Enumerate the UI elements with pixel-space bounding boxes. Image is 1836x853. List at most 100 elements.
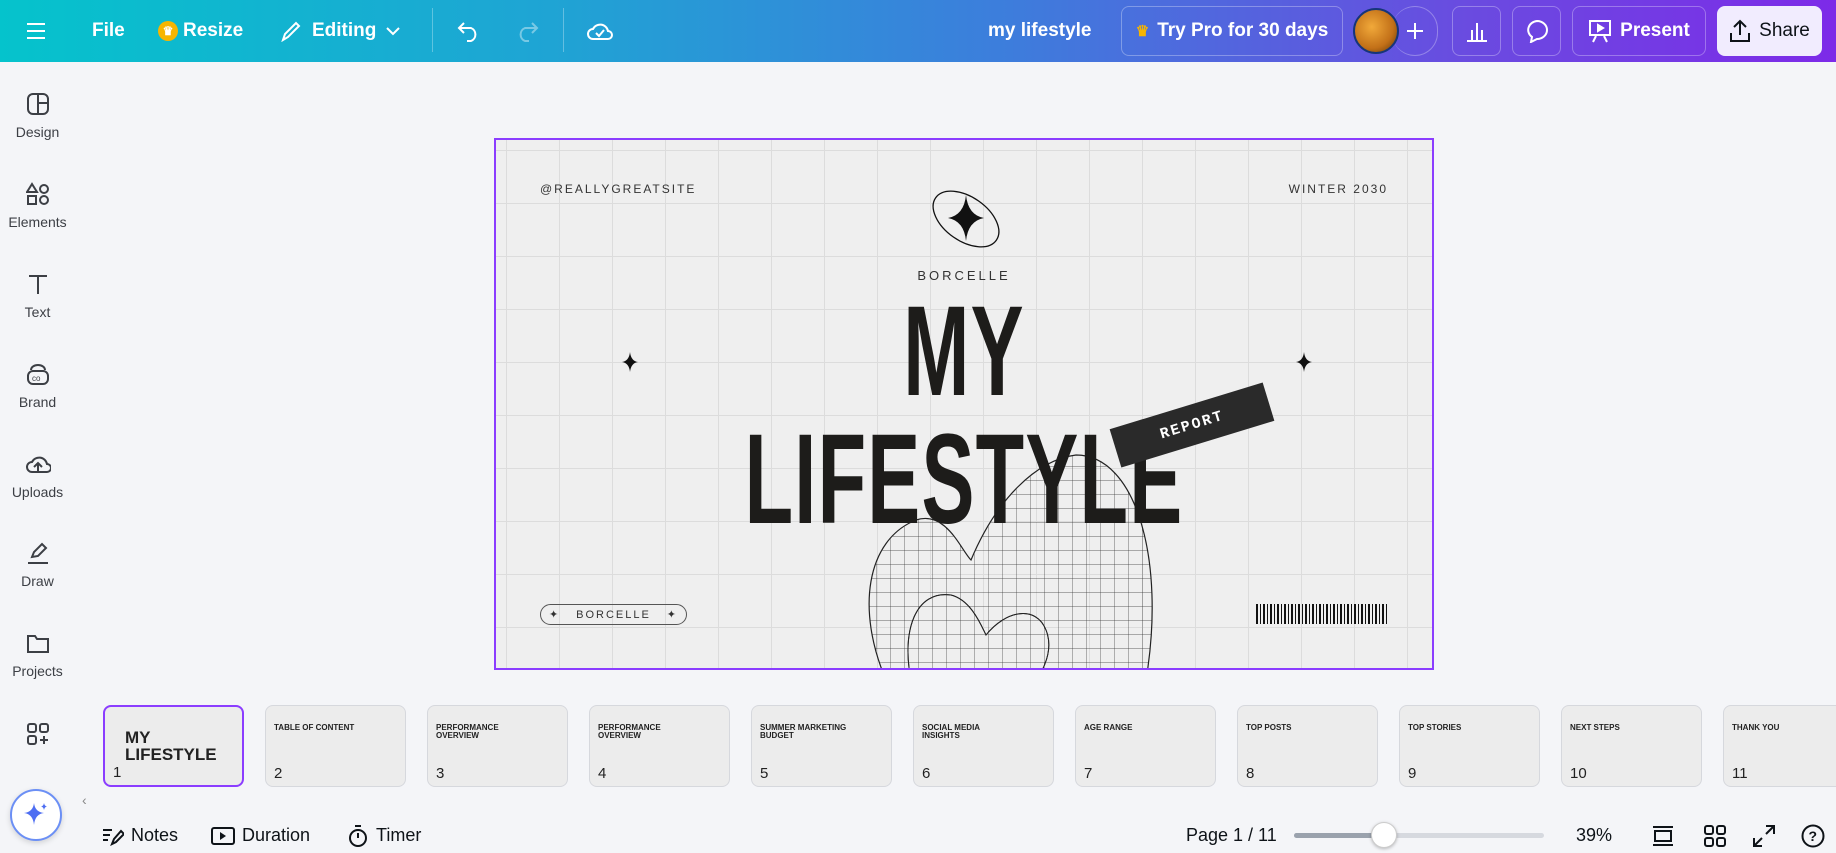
sidebar-item-design[interactable]: Design — [0, 92, 75, 140]
sidebar-item-elements[interactable]: Elements — [0, 182, 75, 230]
chevron-down-icon — [386, 27, 401, 36]
barcode — [1256, 604, 1388, 624]
page-indicator[interactable]: Page 1 / 11 — [1186, 818, 1277, 853]
document-title[interactable]: my lifestyle — [988, 0, 1092, 62]
thumbnail-number: 11 — [1732, 765, 1748, 782]
thumbnail-title: NEXT STEPS — [1570, 723, 1620, 732]
thumbnail-title: THANK YOU — [1732, 723, 1780, 732]
try-pro-button[interactable]: ♛ Try Pro for 30 days — [1121, 6, 1343, 56]
slide-thumbnail[interactable]: TABLE OF CONTENT 2 — [265, 705, 406, 787]
notes-icon — [103, 828, 124, 846]
thumbnail-title: SOCIAL MEDIA INSIGHTS — [922, 723, 980, 740]
comments-button[interactable] — [1512, 6, 1561, 56]
slide-thumbnail[interactable]: PERFORMANCE OVERVIEW 3 — [427, 705, 568, 787]
fullscreen-button[interactable] — [1753, 818, 1775, 853]
thumbnail-title: PERFORMANCE OVERVIEW — [598, 723, 661, 740]
editing-mode-dropdown[interactable]: Editing — [280, 0, 401, 62]
slide-thumbnail[interactable]: MY LIFESTYLE 1 — [103, 705, 244, 787]
notes-button[interactable]: Notes — [102, 818, 178, 853]
shapes-icon — [25, 182, 49, 205]
star-ellipse-logo — [932, 190, 1000, 248]
slide-thumbnail[interactable]: NEXT STEPS 10 — [1561, 705, 1702, 787]
page-view-button[interactable] — [1652, 818, 1674, 853]
duration-icon — [211, 826, 235, 845]
redo-button[interactable] — [514, 0, 540, 62]
zoom-slider[interactable] — [1294, 822, 1544, 848]
sidebar-item-projects[interactable]: Projects — [0, 631, 75, 679]
hamburger-icon — [27, 23, 45, 39]
brand-icon: co — [26, 364, 49, 385]
thumbnail-title: PERFORMANCE OVERVIEW — [436, 723, 499, 740]
thumbnail-title: TOP STORIES — [1408, 723, 1462, 732]
thumbnail-title: SUMMER MARKETING BUDGET — [760, 723, 847, 740]
zoom-slider-handle[interactable] — [1370, 822, 1397, 848]
file-menu[interactable]: File — [92, 0, 125, 62]
duration-button[interactable]: Duration — [211, 818, 310, 853]
slide-thumbnail[interactable]: TOP POSTS 8 — [1237, 705, 1378, 787]
sidebar-item-uploads[interactable]: Uploads — [0, 452, 75, 500]
thumbnail-title: MY LIFESTYLE — [125, 728, 217, 764]
svg-text:co: co — [32, 374, 41, 383]
insights-button[interactable] — [1452, 6, 1501, 56]
resize-button[interactable]: ♛ Resize — [158, 0, 243, 62]
layout-icon — [26, 93, 49, 115]
collapse-panel-icon[interactable]: ‹ — [82, 792, 87, 808]
present-button[interactable]: Present — [1572, 6, 1706, 56]
sidebar-item-text[interactable]: Text — [0, 272, 75, 320]
sidebar-item-apps[interactable] — [0, 722, 75, 754]
grid-view-button[interactable] — [1704, 818, 1726, 853]
share-button[interactable]: Share — [1717, 6, 1822, 56]
sparkle-icon — [24, 803, 47, 825]
comment-icon — [1526, 19, 1548, 43]
apps-icon — [26, 723, 49, 745]
folder-icon — [26, 635, 49, 653]
left-sidebar: Design Elements Text co Brand Uploads Dra… — [0, 62, 87, 853]
draw-icon — [27, 542, 48, 564]
slide-canvas[interactable]: @REALLYGREATSITE WINTER 2030 BORCELLE MY… — [494, 138, 1434, 670]
plus-icon — [1406, 23, 1423, 39]
thumbnail-number: 7 — [1084, 765, 1093, 782]
undo-icon — [457, 22, 477, 42]
sparkle-icon — [622, 352, 638, 372]
thumbnail-number: 8 — [1246, 765, 1255, 782]
menu-button[interactable] — [26, 0, 46, 62]
thumbnail-number: 9 — [1408, 765, 1417, 782]
bar-chart-icon — [1466, 23, 1487, 42]
slide-handle-text: @REALLYGREATSITE — [540, 182, 697, 196]
svg-text:?: ? — [1809, 828, 1818, 844]
thumbnail-number: 6 — [922, 765, 931, 782]
sidebar-item-draw[interactable]: Draw — [0, 541, 75, 589]
cloud-saved-button[interactable] — [586, 0, 614, 62]
slide-thumbnail[interactable]: PERFORMANCE OVERVIEW 4 — [589, 705, 730, 787]
slide-thumbnail[interactable]: SUMMER MARKETING BUDGET 5 — [751, 705, 892, 787]
help-icon: ? — [1801, 824, 1825, 847]
undo-button[interactable] — [456, 0, 482, 62]
thumbnail-number: 5 — [760, 765, 769, 782]
grid-icon — [1704, 824, 1726, 847]
presentation-icon — [1589, 20, 1612, 43]
timer-button[interactable]: Timer — [347, 818, 421, 853]
sparkle-icon: ✦ — [548, 609, 561, 621]
redo-icon — [519, 22, 539, 42]
avatar[interactable] — [1353, 8, 1399, 54]
timer-icon — [349, 824, 367, 847]
single-page-icon — [1653, 825, 1673, 846]
thumbnail-number: 1 — [113, 764, 122, 781]
share-upload-icon — [1730, 19, 1751, 42]
help-button[interactable]: ? — [1801, 818, 1825, 853]
slide-thumbnail[interactable]: THANK YOU 11 — [1723, 705, 1836, 787]
text-icon — [28, 275, 47, 294]
slide-season-text: WINTER 2030 — [1288, 182, 1388, 196]
slide-thumbnail[interactable]: TOP STORIES 9 — [1399, 705, 1540, 787]
thumbnail-number: 2 — [274, 765, 283, 782]
sidebar-item-brand[interactable]: co Brand — [0, 362, 75, 410]
thumbnail-number: 10 — [1570, 765, 1587, 782]
crown-icon: ♛ — [158, 21, 178, 41]
zoom-percent[interactable]: 39% — [1576, 818, 1612, 853]
magic-assistant-button[interactable] — [10, 789, 62, 841]
brand-pill: ✦ BORCELLE ✦ — [540, 604, 687, 625]
thumbnail-number: 3 — [436, 765, 445, 782]
slide-thumbnail[interactable]: SOCIAL MEDIA INSIGHTS 6 — [913, 705, 1054, 787]
thumbnail-title: AGE RANGE — [1084, 723, 1133, 732]
slide-thumbnail[interactable]: AGE RANGE 7 — [1075, 705, 1216, 787]
